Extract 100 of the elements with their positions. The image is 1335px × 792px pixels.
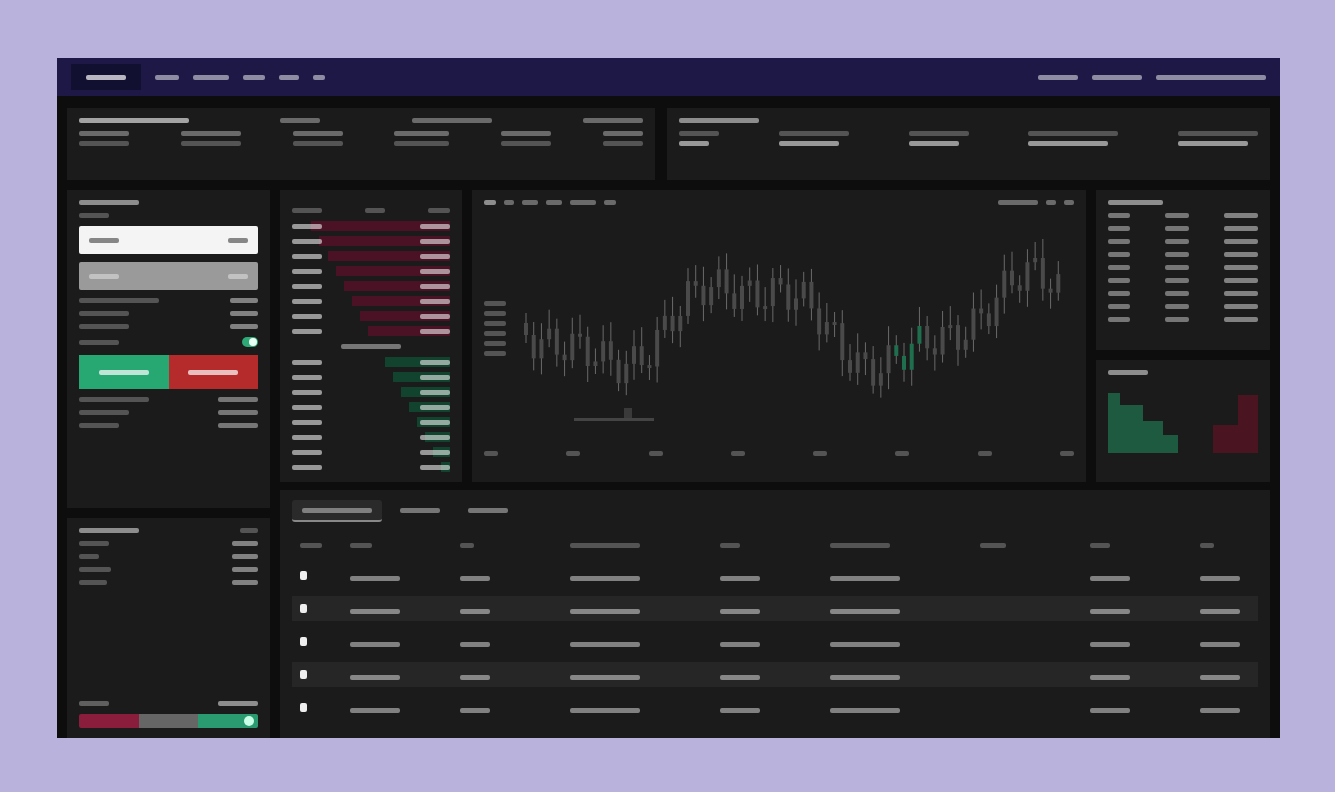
blurred-text [1165, 291, 1189, 296]
blurred-text [420, 404, 450, 410]
blurred-text [230, 324, 258, 329]
slider-thumb[interactable] [244, 716, 255, 726]
blurred-text [484, 310, 506, 316]
blurred-text [420, 374, 450, 380]
blurred-text [830, 576, 900, 581]
blurred-text [79, 200, 139, 205]
blurred-text [1038, 74, 1078, 80]
sell-button[interactable] [168, 355, 258, 389]
blurred-text [1200, 543, 1214, 548]
blurred-text [394, 141, 450, 146]
blurred-text [1165, 278, 1189, 283]
blurred-text [1108, 226, 1130, 231]
blurred-text [501, 131, 552, 136]
blurred-text [420, 359, 450, 365]
blurred-text [1165, 226, 1189, 231]
blurred-text [350, 543, 372, 548]
blurred-text [232, 554, 258, 559]
blurred-text [566, 451, 581, 456]
blurred-text [292, 328, 322, 334]
blurred-text [350, 576, 400, 581]
blurred-text [603, 141, 643, 146]
blurred-text [570, 675, 640, 680]
blurred-text [504, 200, 514, 205]
blurred-text [484, 451, 498, 456]
blurred-text [460, 576, 490, 581]
blurred-text [1165, 317, 1189, 322]
blurred-text [1108, 317, 1130, 322]
blurred-text [365, 208, 385, 213]
blurred-text [570, 609, 640, 614]
blurred-text [830, 642, 900, 647]
order-type-option[interactable] [79, 226, 258, 254]
blurred-text [720, 675, 760, 680]
blurred-text [302, 507, 372, 513]
orders-tab[interactable] [292, 500, 382, 522]
blurred-text [292, 374, 322, 380]
margin-slider[interactable] [79, 714, 258, 728]
blurred-text [232, 541, 258, 546]
toggle-switch[interactable] [242, 337, 258, 347]
blurred-text [1165, 265, 1189, 270]
blurred-text [484, 340, 506, 346]
blurred-text [313, 74, 325, 80]
blurred-text [228, 273, 248, 279]
blurred-text [1200, 708, 1240, 713]
blurred-text [79, 554, 99, 559]
blurred-text [501, 141, 552, 146]
blurred-text [292, 223, 322, 229]
blurred-text [679, 131, 719, 136]
blurred-text [1090, 642, 1130, 647]
blurred-text [79, 141, 129, 146]
blurred-text [350, 642, 400, 647]
blurred-text [420, 268, 450, 274]
blurred-text [292, 359, 322, 365]
blurred-text [484, 330, 506, 336]
blurred-text [180, 131, 241, 136]
blurred-text [895, 451, 910, 456]
blurred-text [570, 576, 640, 581]
buy-button[interactable] [79, 355, 169, 389]
blurred-text [292, 238, 322, 244]
blurred-text [1165, 239, 1189, 244]
blurred-text [280, 118, 321, 123]
blurred-text [908, 141, 959, 146]
row-icon [300, 604, 307, 613]
blurred-text [292, 283, 322, 289]
blurred-text [292, 434, 322, 440]
blurred-text [720, 642, 760, 647]
blurred-text [583, 118, 643, 123]
blurred-text [1108, 370, 1148, 375]
blurred-text [484, 320, 506, 326]
blurred-text [188, 369, 239, 375]
blurred-text [292, 141, 343, 146]
blurred-text [420, 238, 450, 244]
blurred-text [292, 268, 322, 274]
row-icon [300, 637, 307, 646]
blurred-text [420, 223, 450, 229]
blurred-text [292, 298, 322, 304]
blurred-text [1165, 252, 1189, 257]
blurred-text [86, 74, 126, 80]
blurred-text [1108, 265, 1130, 270]
blurred-text [292, 419, 322, 425]
blurred-text [292, 131, 343, 136]
blurred-text [1059, 451, 1074, 456]
blurred-text [279, 74, 299, 80]
blurred-text [460, 543, 474, 548]
blurred-text [570, 200, 596, 205]
blurred-text [813, 451, 828, 456]
blurred-text [79, 324, 129, 329]
blurred-text [720, 543, 740, 548]
blurred-text [1108, 213, 1130, 218]
blurred-text [570, 642, 640, 647]
blurred-text [79, 213, 109, 218]
blurred-text [1224, 291, 1258, 296]
blurred-text [79, 311, 129, 316]
blurred-text [460, 642, 490, 647]
blurred-text [420, 449, 450, 455]
blurred-text [1224, 265, 1258, 270]
blurred-text [1108, 291, 1130, 296]
blurred-text [977, 451, 992, 456]
blurred-text [292, 253, 322, 259]
